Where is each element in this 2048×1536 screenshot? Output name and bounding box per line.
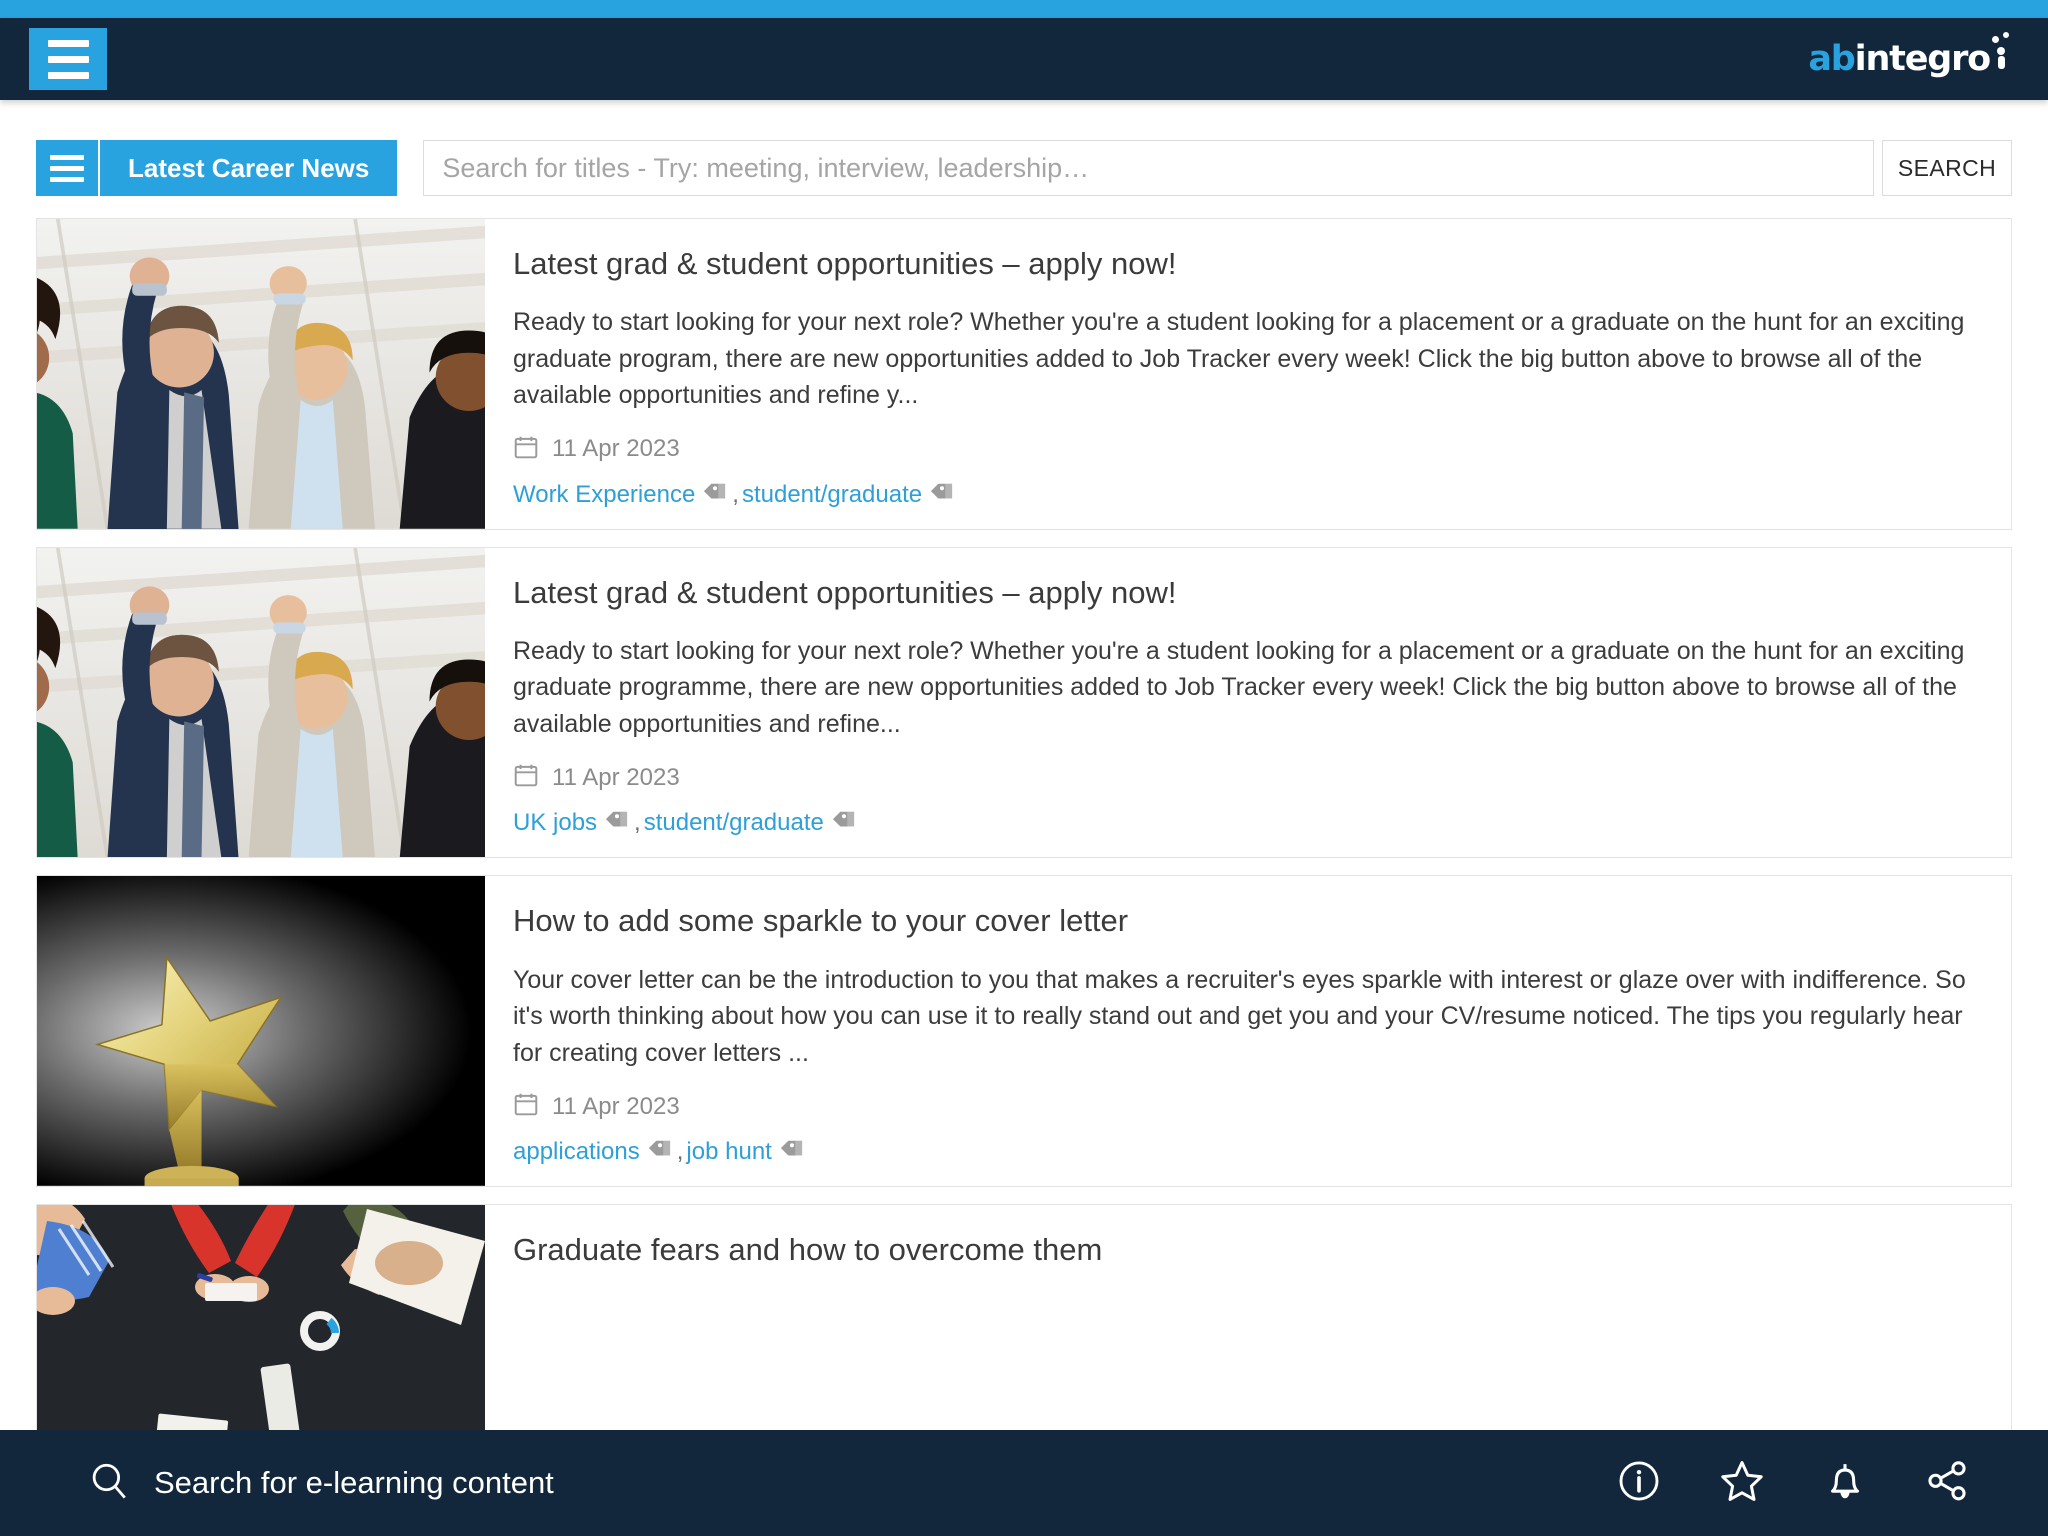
toggle-bar (50, 165, 84, 171)
tag-icon (930, 481, 954, 509)
article-tag[interactable]: job hunt (686, 1138, 771, 1166)
top-header-bar: ab integro (0, 18, 2048, 100)
share-icon[interactable] (1924, 1458, 1970, 1509)
tag-separator: , (676, 1138, 684, 1166)
article-card[interactable]: How to add some sparkle to your cover le… (36, 875, 2012, 1188)
article-title[interactable]: Graduate fears and how to overcome them (513, 1231, 1981, 1268)
hamburger-bar (47, 71, 89, 79)
article-body: Latest grad & student opportunities – ap… (485, 219, 2011, 529)
article-excerpt: Your cover letter can be the introductio… (513, 965, 1966, 1067)
brand-logo[interactable]: ab integro (1808, 32, 2012, 79)
article-tags: UK jobs , student/graduate (513, 809, 1981, 837)
article-excerpt: Ready to start looking for your next rol… (513, 636, 1965, 738)
article-tags: applications , job hunt (513, 1138, 1981, 1166)
tag-icon (605, 809, 629, 837)
section-tab-latest-career-news[interactable]: Latest Career News (100, 140, 398, 196)
hamburger-bar (47, 55, 89, 63)
article-tag[interactable]: Work Experience (513, 481, 695, 509)
article-meta: 11 Apr 2023 (513, 1091, 1981, 1122)
bottom-search-trigger[interactable]: Search for e-learning content (88, 1460, 554, 1507)
article-card[interactable]: Latest grad & student opportunities – ap… (36, 218, 2012, 530)
article-body: Latest grad & student opportunities – ap… (485, 548, 2011, 858)
toggle-bar (50, 154, 84, 160)
article-body: Graduate fears and how to overcome them (485, 1205, 2011, 1430)
main-content: Latest Career News SEARCH (0, 100, 2048, 1430)
bottom-icon-group (1616, 1457, 1970, 1510)
search-input[interactable] (423, 140, 1874, 196)
article-excerpt: Ready to start looking for your next rol… (513, 308, 1965, 410)
calendar-icon (513, 434, 539, 465)
article-title[interactable]: Latest grad & student opportunities – ap… (513, 574, 1981, 611)
bell-icon[interactable] (1822, 1458, 1868, 1509)
tag-icon (780, 1138, 804, 1166)
article-thumbnail-celebrating-people-icon[interactable] (37, 219, 485, 529)
article-card[interactable]: Graduate fears and how to overcome them (36, 1204, 2012, 1430)
brand-mark-icon (1992, 32, 2012, 70)
brand-logo-integro: integro (1854, 39, 1992, 79)
calendar-icon (513, 762, 539, 793)
article-thumbnail-celebrating-people-icon[interactable] (37, 547, 485, 858)
article-list: Latest grad & student opportunities – ap… (36, 218, 2012, 1430)
brand-logo-ab: ab (1808, 39, 1855, 79)
list-view-toggle-icon[interactable] (36, 140, 98, 196)
article-date: 11 Apr 2023 (552, 435, 680, 463)
tag-icon (648, 1138, 672, 1166)
article-meta: 11 Apr 2023 (513, 762, 1981, 793)
article-body: How to add some sparkle to your cover le… (485, 876, 2011, 1186)
article-title[interactable]: How to add some sparkle to your cover le… (513, 902, 1981, 939)
hamburger-bar (47, 39, 89, 47)
top-accent-strip (0, 0, 2048, 18)
search-area: SEARCH (423, 140, 2012, 196)
article-title[interactable]: Latest grad & student opportunities – ap… (513, 245, 1981, 282)
article-date: 11 Apr 2023 (552, 763, 680, 791)
tag-separator: , (634, 809, 641, 837)
tag-separator: , (732, 480, 739, 508)
article-tag[interactable]: student/graduate (644, 809, 824, 837)
hamburger-menu-icon[interactable] (29, 28, 107, 90)
article-tag[interactable]: applications (513, 1138, 640, 1166)
tag-icon (703, 481, 727, 509)
bottom-search-label: Search for e-learning content (154, 1465, 554, 1500)
article-thumbnail-team-meeting-icon[interactable] (37, 1205, 485, 1430)
calendar-icon (513, 1091, 539, 1122)
tag-icon (832, 809, 856, 837)
article-tags: Work Experience , student/graduate (513, 481, 1981, 509)
search-button[interactable]: SEARCH (1882, 140, 2012, 196)
search-icon (88, 1460, 130, 1507)
bottom-bar: Search for e-learning content (0, 1430, 2048, 1536)
article-date: 11 Apr 2023 (552, 1092, 680, 1120)
article-thumbnail-gold-star-trophy-icon[interactable] (37, 876, 485, 1187)
star-icon[interactable] (1718, 1457, 1766, 1510)
article-card[interactable]: Latest grad & student opportunities – ap… (36, 546, 2012, 859)
article-meta: 11 Apr 2023 (513, 434, 1981, 465)
article-tag[interactable]: UK jobs (513, 809, 597, 837)
info-icon[interactable] (1616, 1458, 1662, 1509)
article-tag[interactable]: student/graduate (742, 481, 922, 509)
toggle-bar (50, 176, 84, 182)
toolbar: Latest Career News SEARCH (36, 140, 2012, 196)
